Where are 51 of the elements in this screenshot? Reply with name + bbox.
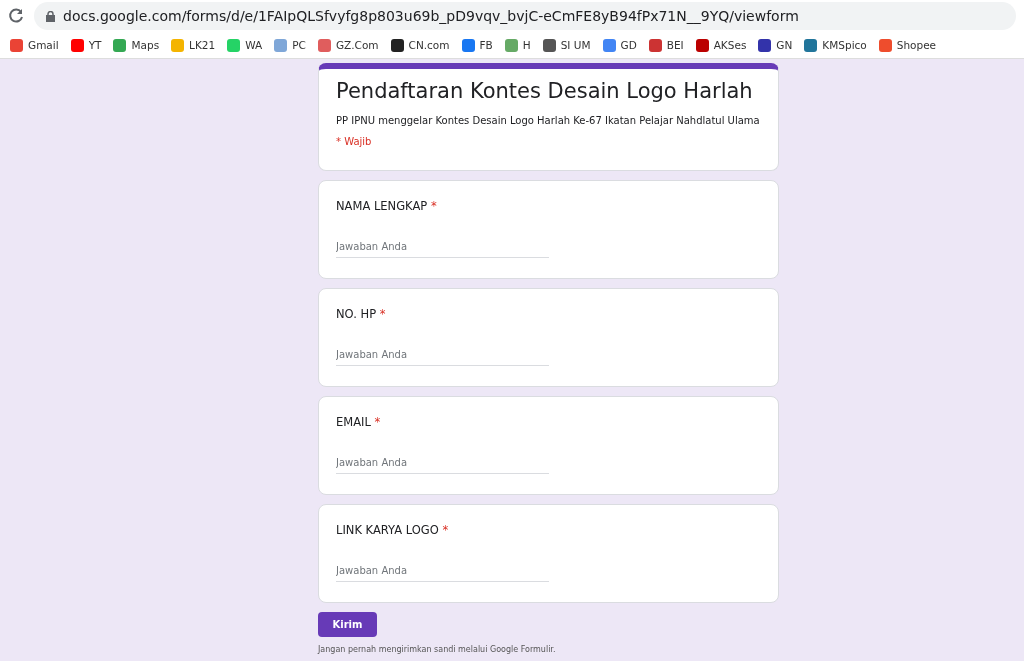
bookmark[interactable]: Shopee xyxy=(872,38,943,52)
bookmark[interactable]: GZ.Com xyxy=(311,38,385,52)
address-bar[interactable]: docs.google.com/forms/d/e/1FAIpQLSfvyfg8p803u69b_pD9vqv_bvjC-eCmFE8yB94fPx71N__9YQ/viewform xyxy=(34,2,1016,30)
footer-note: Jangan pernah mengirimkan sandi melalui Google Formulir. xyxy=(318,645,557,654)
favicon-icon xyxy=(804,38,818,52)
favicon-icon xyxy=(542,38,556,52)
favicon-icon xyxy=(695,38,709,52)
bookmark[interactable]: LK21 xyxy=(165,38,222,52)
favicon-icon xyxy=(648,38,662,52)
bookmark[interactable]: PC xyxy=(268,38,312,52)
favicon-icon xyxy=(10,38,23,52)
favicon-icon xyxy=(504,38,518,52)
bookmark[interactable]: Gmail xyxy=(4,38,65,52)
favicon-icon xyxy=(878,38,892,52)
form-description: PP IPNU menggelar Kontes Desain Logo Harlah Ke-67 Ikatan Pelajar Nahdlatul Ulama xyxy=(336,115,761,126)
favicon-icon xyxy=(113,38,127,52)
bookmark[interactable]: WA xyxy=(221,38,269,52)
bookmark[interactable]: CN.com xyxy=(384,38,456,52)
bookmark[interactable]: YT xyxy=(64,38,108,52)
bookmark[interactable]: BEI xyxy=(642,38,690,52)
submit-button[interactable]: Kirim xyxy=(318,612,377,637)
lock-icon xyxy=(46,10,55,22)
answer-field[interactable]: Jawaban Anda xyxy=(336,346,549,366)
answer-field[interactable]: Jawaban Anda xyxy=(336,454,549,474)
favicon-icon xyxy=(758,38,772,52)
bookmark[interactable]: GD xyxy=(596,38,643,52)
question-label: NO. HP * xyxy=(336,307,387,321)
favicon-icon xyxy=(274,38,288,52)
form-title: Pendaftaran Kontes Desain Logo Harlah xyxy=(336,79,754,103)
question-label: NAMA LENGKAP * xyxy=(336,199,438,213)
answer-field[interactable]: Jawaban Anda xyxy=(336,562,549,582)
favicon-icon xyxy=(70,38,84,52)
required-note: * Wajib xyxy=(336,136,373,147)
url-text: docs.google.com/forms/d/e/1FAIpQLSfvyfg8p803u69b_pD9vqv_bvjC-eCmFE8yB94fPx71N__9YQ/viewform xyxy=(63,8,799,24)
bookmark[interactable]: GN xyxy=(752,38,799,52)
favicon-icon xyxy=(317,38,331,52)
bookmark[interactable]: H xyxy=(498,38,537,52)
reload-icon[interactable] xyxy=(8,8,24,24)
favicon-icon xyxy=(461,38,475,52)
bookmark[interactable]: FB xyxy=(455,38,499,52)
answer-field[interactable]: Jawaban Anda xyxy=(336,238,549,258)
bookmark[interactable]: SI UM xyxy=(536,38,597,52)
question-label: LINK KARYA LOGO * xyxy=(336,523,450,537)
favicon-icon xyxy=(227,38,241,52)
bookmark[interactable]: AKSes xyxy=(689,38,753,52)
bookmark[interactable]: KMSpico xyxy=(798,38,873,52)
question-label: EMAIL * xyxy=(336,415,382,429)
favicon-icon xyxy=(390,38,404,52)
bookmark[interactable]: Maps xyxy=(107,38,166,52)
favicon-icon xyxy=(602,38,616,52)
favicon-icon xyxy=(171,38,185,52)
